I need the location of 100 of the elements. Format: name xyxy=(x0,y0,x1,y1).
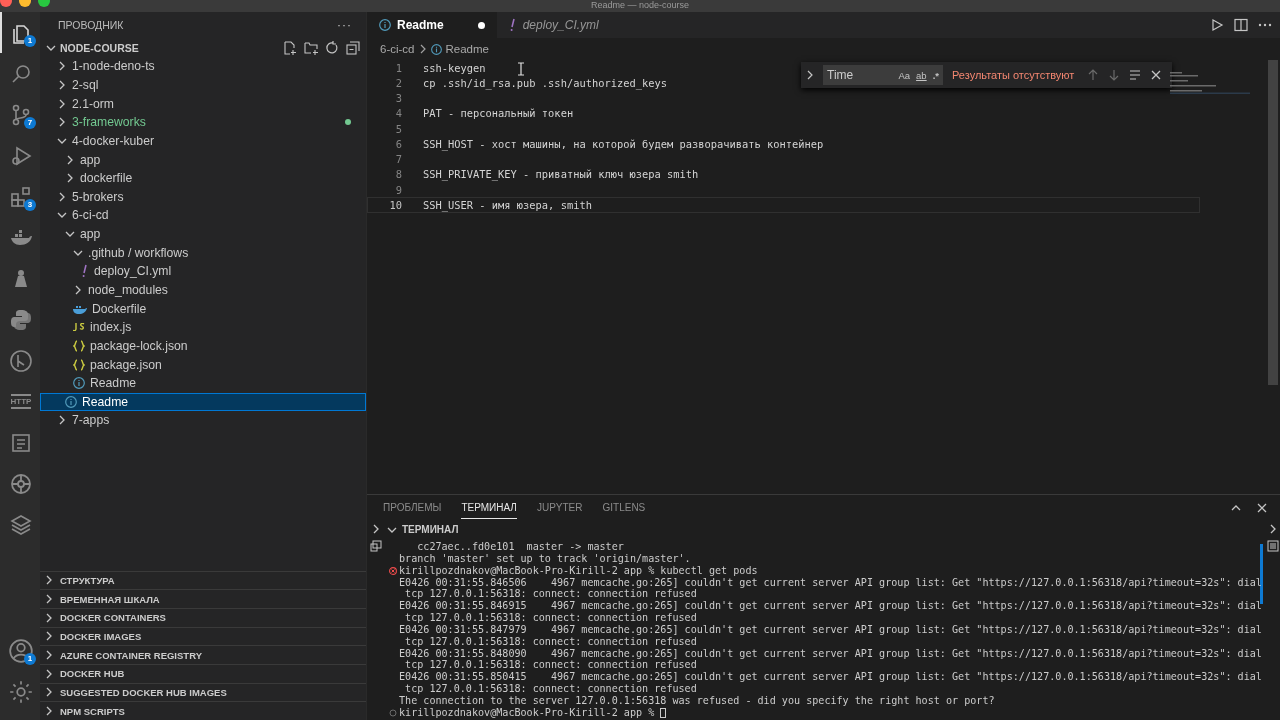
more-button[interactable]: ··· xyxy=(337,18,352,32)
tree-item[interactable]: dockerfile xyxy=(40,168,366,188)
tree-item[interactable]: 5-brokers xyxy=(40,187,366,207)
tree-item[interactable]: 4-docker-kuber xyxy=(40,131,366,151)
section-header[interactable]: DOCKER HUB xyxy=(40,663,366,683)
layers-icon[interactable] xyxy=(9,512,33,537)
terminal-line: tcp 127.0.0.1:56318: connect: connection refused xyxy=(404,588,697,601)
chevron-icon[interactable] xyxy=(57,61,67,72)
account-icon[interactable] xyxy=(8,637,34,664)
python-icon[interactable] xyxy=(9,307,33,332)
chevron-icon[interactable] xyxy=(44,650,54,661)
chevron-icon[interactable] xyxy=(73,285,83,295)
tree-item[interactable]: package.json xyxy=(40,355,366,374)
chevron-icon[interactable] xyxy=(371,524,381,534)
collapse-icon[interactable] xyxy=(346,40,360,55)
close-icon[interactable] xyxy=(1150,69,1163,81)
count-badge: 1 xyxy=(24,35,36,47)
tree-item[interactable]: .github / workflows xyxy=(40,243,366,263)
new-file-icon[interactable] xyxy=(283,40,297,55)
extensions-icon[interactable] xyxy=(9,184,33,209)
info-icon xyxy=(65,395,77,408)
breadcrumb-item[interactable]: Readme xyxy=(445,43,489,55)
section-header[interactable]: DOCKER IMAGES xyxy=(40,626,366,646)
chevron-icon[interactable] xyxy=(65,173,75,184)
run-icon[interactable] xyxy=(1210,18,1224,32)
tree-item[interactable]: app xyxy=(40,224,366,244)
chevron-icon[interactable] xyxy=(44,631,54,642)
section-header[interactable]: AZURE CONTAINER REGISTRY xyxy=(40,645,366,664)
tree-item[interactable]: app xyxy=(40,150,366,169)
find-option-toggle[interactable]: .* xyxy=(932,69,939,81)
chevron-icon[interactable] xyxy=(57,191,67,202)
error-icon[interactable] xyxy=(389,566,397,575)
section-header[interactable]: SUGGESTED DOCKER HUB IMAGES xyxy=(40,682,366,702)
http-tab[interactable]: HTTP xyxy=(10,394,32,409)
editor-tab[interactable]: deploy_CI.yml xyxy=(496,12,611,38)
tree-item[interactable]: 2-sql xyxy=(40,75,366,95)
wheel-icon[interactable] xyxy=(9,471,33,496)
selection-icon[interactable] xyxy=(1129,69,1142,81)
chevron-icon[interactable] xyxy=(44,575,54,586)
panel-tab[interactable]: ПРОБЛЕМЫ xyxy=(383,497,442,518)
chevron-icon[interactable] xyxy=(1268,524,1278,534)
scrollbar[interactable] xyxy=(1260,544,1263,604)
count-badge: 7 xyxy=(24,117,36,129)
tree-item[interactable]: 1-node-deno-ts xyxy=(40,57,366,76)
close-icon[interactable] xyxy=(1256,501,1268,514)
chevron-icon[interactable] xyxy=(44,612,54,623)
arrow-up-icon[interactable] xyxy=(1087,69,1100,81)
split-editor-icon[interactable] xyxy=(1234,18,1248,32)
new-folder-icon[interactable] xyxy=(304,40,318,55)
tree-item[interactable]: Readme xyxy=(40,392,366,412)
tree-item[interactable]: index.js xyxy=(40,317,366,337)
section-header[interactable]: СТРУКТУРА xyxy=(40,570,366,590)
tree-item[interactable]: Dockerfile xyxy=(40,299,366,318)
tree-item[interactable]: node_modules xyxy=(40,280,366,300)
chevron-icon[interactable] xyxy=(57,79,67,90)
panel-tab[interactable]: JUPYTER xyxy=(536,497,583,518)
section-header[interactable]: DOCKER CONTAINERS xyxy=(40,607,366,627)
arrow-down-icon[interactable] xyxy=(1108,69,1121,81)
find-field[interactable]: Time Aa ab .* xyxy=(823,65,943,85)
git-circle-icon[interactable] xyxy=(9,348,33,373)
tree-item[interactable]: package-lock.json xyxy=(40,336,366,356)
terminal-line: tcp 127.0.0.1:56318: connect: connection refused xyxy=(404,659,697,672)
scrollbar[interactable] xyxy=(1268,60,1278,385)
line-number: 2 xyxy=(394,76,402,89)
section-header[interactable]: ВРЕМЕННАЯ ШКАЛА xyxy=(40,589,366,608)
find-option-toggle[interactable]: Aa xyxy=(898,69,911,81)
chevron-icon[interactable] xyxy=(44,687,54,698)
editor-tab[interactable]: Readme xyxy=(367,12,497,38)
section-header[interactable]: NPM SCRIPTS xyxy=(40,701,366,720)
terminal-line: E0426 00:31:55.846915 4967 memcache.go:265] couldn't get current server API group list: Get "https://127.0.0.1:56318/api?timeout=32s": dial xyxy=(399,600,1262,613)
chevron-icon[interactable] xyxy=(65,154,75,165)
chevron-icon[interactable] xyxy=(806,70,814,80)
chevron-icon[interactable] xyxy=(44,706,54,717)
tree-item[interactable]: 6-ci-cd xyxy=(40,206,366,225)
breadcrumb-item[interactable]: 6-ci-cd xyxy=(380,43,415,55)
list-icon[interactable] xyxy=(1267,540,1279,552)
panel-tab[interactable]: GITLENS xyxy=(602,497,646,518)
tree-item[interactable]: Readme xyxy=(40,373,366,393)
panel-tab[interactable]: ТЕРМИНАЛ xyxy=(461,496,517,519)
chevron-icon[interactable] xyxy=(57,117,67,128)
chevron-icon[interactable] xyxy=(44,594,54,605)
terminal-header[interactable]: ТЕРМИНАЛ xyxy=(402,524,459,535)
terminal-line: E0426 00:31:55.848090 4967 memcache.go:265] couldn't get current server API group list: Get "https://127.0.0.1:56318/api?timeout=32s": dial xyxy=(399,647,1262,660)
prompt-circle-icon[interactable] xyxy=(389,708,397,717)
find-result: Результаты отсутствуют xyxy=(952,69,1075,81)
tree-item[interactable]: 3-frameworks xyxy=(40,112,366,132)
tree-item[interactable]: 7-apps xyxy=(40,411,366,430)
find-option-toggle[interactable]: ab xyxy=(916,69,927,81)
workspace-header[interactable]: NODE-COURSE xyxy=(60,41,139,54)
window-controls-icon[interactable] xyxy=(0,0,50,8)
terminal-split-icon[interactable] xyxy=(370,540,382,552)
chevron-icon[interactable] xyxy=(44,668,54,679)
tree-item[interactable]: 2.1-orm xyxy=(40,94,366,113)
chevron-icon[interactable] xyxy=(57,415,67,426)
tree-item[interactable]: deploy_CI.yml xyxy=(40,262,366,281)
chevron-icon[interactable] xyxy=(57,98,67,109)
settings-icon[interactable] xyxy=(8,678,34,705)
refresh-icon[interactable] xyxy=(325,40,339,55)
info-icon xyxy=(73,377,85,390)
terminal-line: tcp 127.0.0.1:56318: connect: connection refused xyxy=(404,683,697,695)
